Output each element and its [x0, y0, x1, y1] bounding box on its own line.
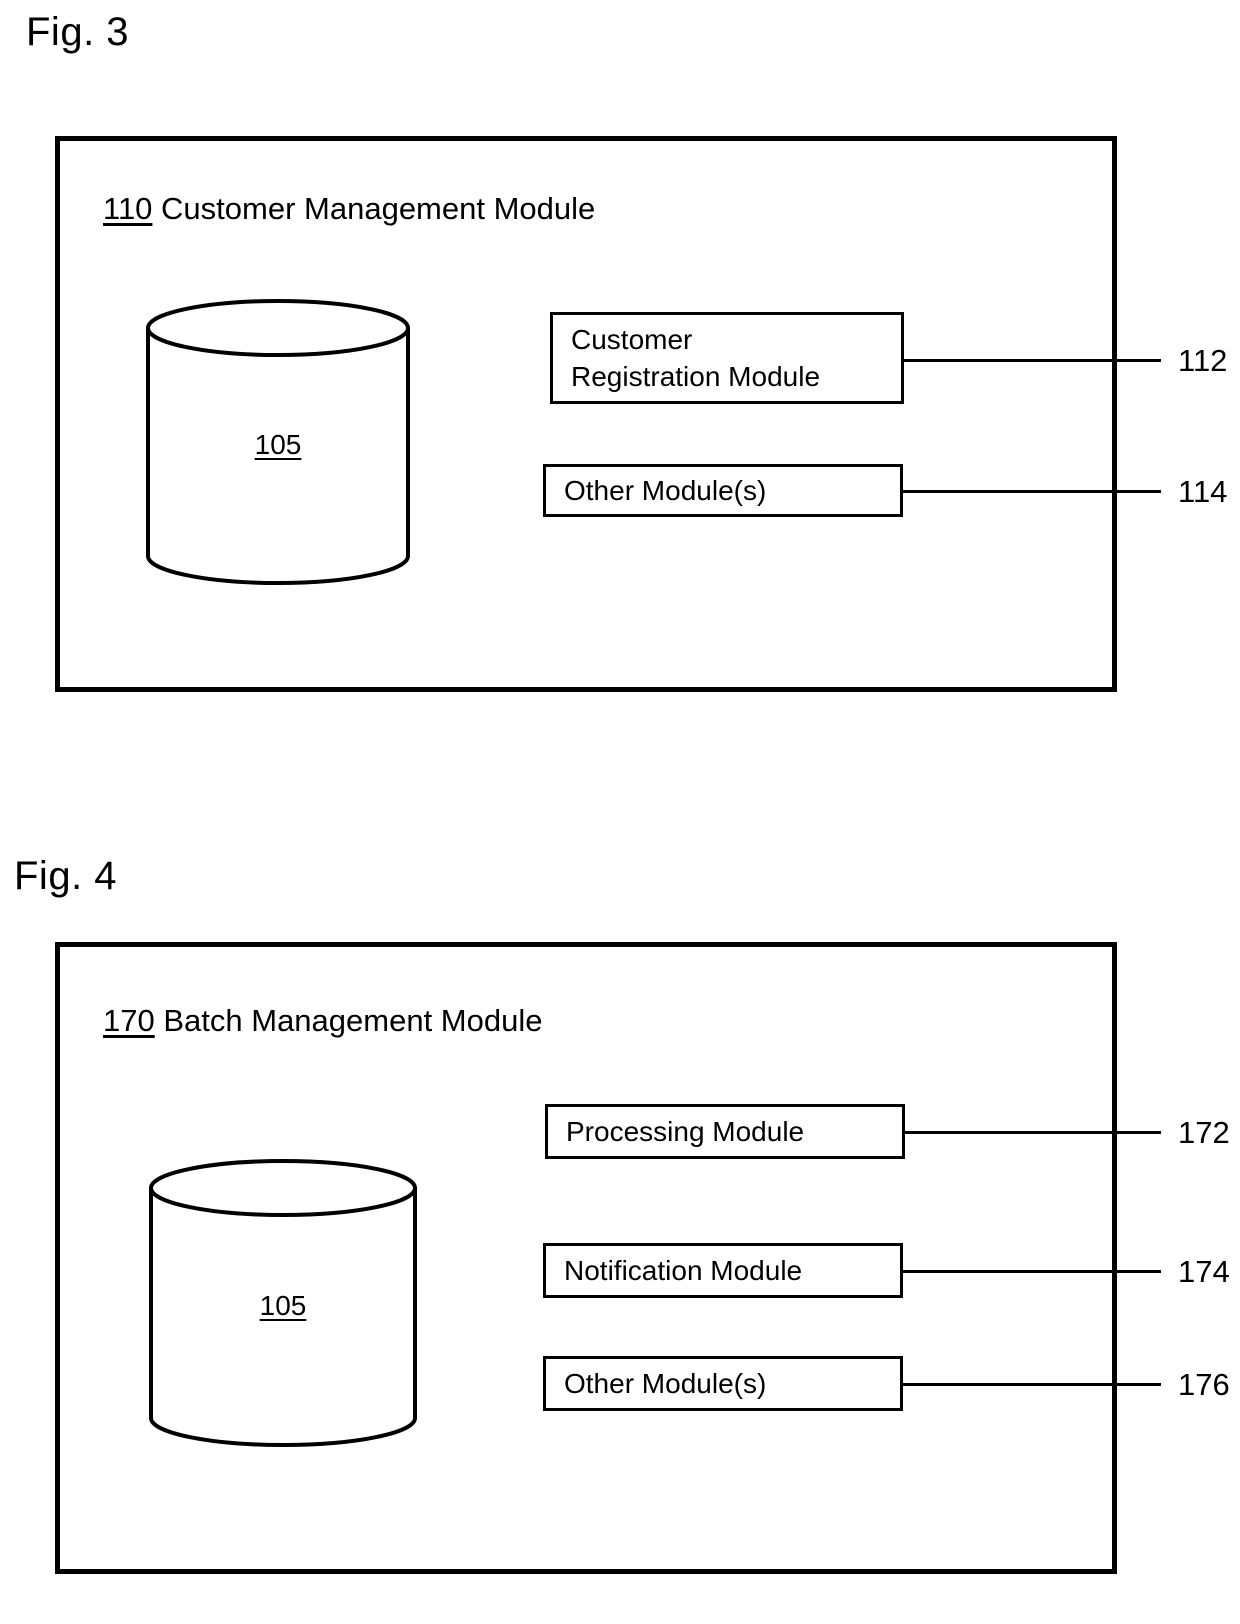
- leader-line-172: [904, 1131, 1161, 1134]
- other-modules-label-fig4: Other Module(s): [564, 1367, 767, 1399]
- leader-line-112: [903, 359, 1161, 362]
- processing-module-box[interactable]: Processing Module: [545, 1104, 905, 1159]
- reference-number-176: 176: [1178, 1367, 1230, 1402]
- customer-registration-module-label: Customer Registration Module: [571, 323, 821, 392]
- figure-4-label: Fig. 4: [14, 854, 118, 898]
- customer-registration-module-box[interactable]: Customer Registration Module: [550, 312, 904, 404]
- notification-module-label: Notification Module: [564, 1254, 803, 1286]
- notification-module-box[interactable]: Notification Module: [543, 1243, 903, 1298]
- reference-number-112: 112: [1178, 343, 1228, 378]
- reference-number-174: 174: [1178, 1254, 1230, 1289]
- leader-line-114: [902, 490, 1161, 493]
- figure-4-module-ref-number: 170: [103, 1003, 155, 1038]
- leader-line-174: [902, 1270, 1161, 1273]
- leader-line-176: [902, 1383, 1161, 1386]
- figure-4-database-ref-number: 105: [259, 1290, 307, 1321]
- other-modules-box-fig4[interactable]: Other Module(s): [543, 1356, 903, 1411]
- figure-4-module-title-text: Batch Management Module: [163, 1003, 543, 1038]
- figure-4-database-cylinder: 105: [148, 1158, 418, 1448]
- figure-3-module-title: 110 Customer Management Module: [103, 193, 595, 224]
- processing-module-label: Processing Module: [566, 1115, 805, 1147]
- figure-3-database-ref-number: 105: [254, 429, 302, 460]
- figure-3-label: Fig. 3: [26, 10, 130, 54]
- figure-3-database-cylinder: 105: [145, 298, 411, 586]
- figure-4-module-title: 170 Batch Management Module: [103, 1005, 542, 1036]
- figure-3-module-title-text: Customer Management Module: [161, 191, 596, 226]
- reference-number-114: 114: [1178, 474, 1228, 509]
- other-modules-box-fig3[interactable]: Other Module(s): [543, 464, 903, 517]
- patent-figure-sheet: Fig. 3 110 Customer Management Module 10…: [0, 0, 1240, 1624]
- figure-3-module-ref-number: 110: [103, 191, 153, 226]
- reference-number-172: 172: [1178, 1115, 1230, 1150]
- other-modules-label-fig3: Other Module(s): [564, 474, 767, 506]
